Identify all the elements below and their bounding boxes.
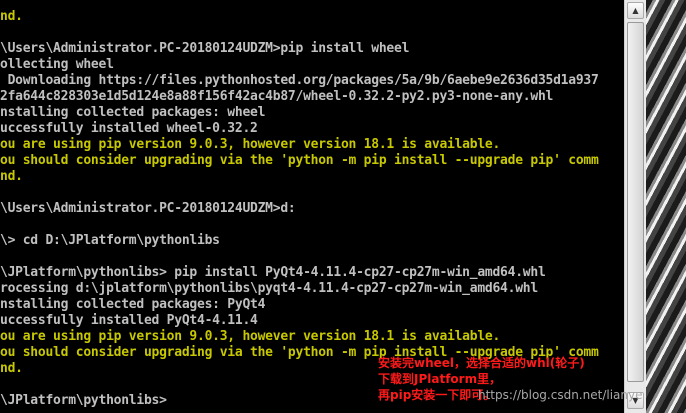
console-line: ollecting wheel xyxy=(0,57,114,72)
console-line: \JPlatform\pythonlibs> xyxy=(0,393,167,408)
scroll-thumb[interactable] xyxy=(627,22,644,382)
vertical-scrollbar[interactable]: ▲ ▼ xyxy=(624,0,646,413)
console-line: nd. xyxy=(0,169,23,184)
console-line: ou are using pip version 9.0.3, however … xyxy=(0,137,501,152)
scroll-up-button[interactable]: ▲ xyxy=(627,2,644,19)
console-line: rocessing d:\jplatform\pythonlibs\pyqt4-… xyxy=(0,281,538,296)
console-line: nstalling collected packages: PyQt4 xyxy=(0,297,266,312)
annotation-line: 下载到JPlatform里， xyxy=(378,372,502,386)
console-line: \> cd D:\JPlatform\pythonlibs xyxy=(0,233,220,248)
console-line: uccessfully installed PyQt4-4.11.4 xyxy=(0,313,258,328)
console-window[interactable]: nd. \Users\Administrator.PC-20180124UDZM>… xyxy=(0,0,624,413)
chevron-up-icon: ▲ xyxy=(632,6,639,15)
console-line: Downloading https://files.pythonhosted.o… xyxy=(0,73,599,88)
console-line: \JPlatform\pythonlibs> pip install PyQt4… xyxy=(0,265,546,280)
console-line: nd. xyxy=(0,361,23,376)
console-line: ou are using pip version 9.0.3, however … xyxy=(0,329,501,344)
console-line: uccessfully installed wheel-0.32.2 xyxy=(0,121,258,136)
console-line: 2fa644c828303e1d5d124e8a88f156f42ac4b87/… xyxy=(0,89,554,104)
console-line: nd. xyxy=(0,9,23,24)
console-line: \Users\Administrator.PC-20180124UDZM>pip… xyxy=(0,41,410,56)
console-line: \Users\Administrator.PC-20180124UDZM>d: xyxy=(0,201,296,216)
desktop-background xyxy=(646,0,686,413)
watermark-url: https://blog.csdn.net/lianye xyxy=(478,388,643,402)
annotation-line: 安装完wheel，选择合适的whl(轮子) xyxy=(378,356,585,370)
console-line: nstalling collected packages: wheel xyxy=(0,105,266,120)
console-line: ou should consider upgrading via the 'py… xyxy=(0,153,599,168)
